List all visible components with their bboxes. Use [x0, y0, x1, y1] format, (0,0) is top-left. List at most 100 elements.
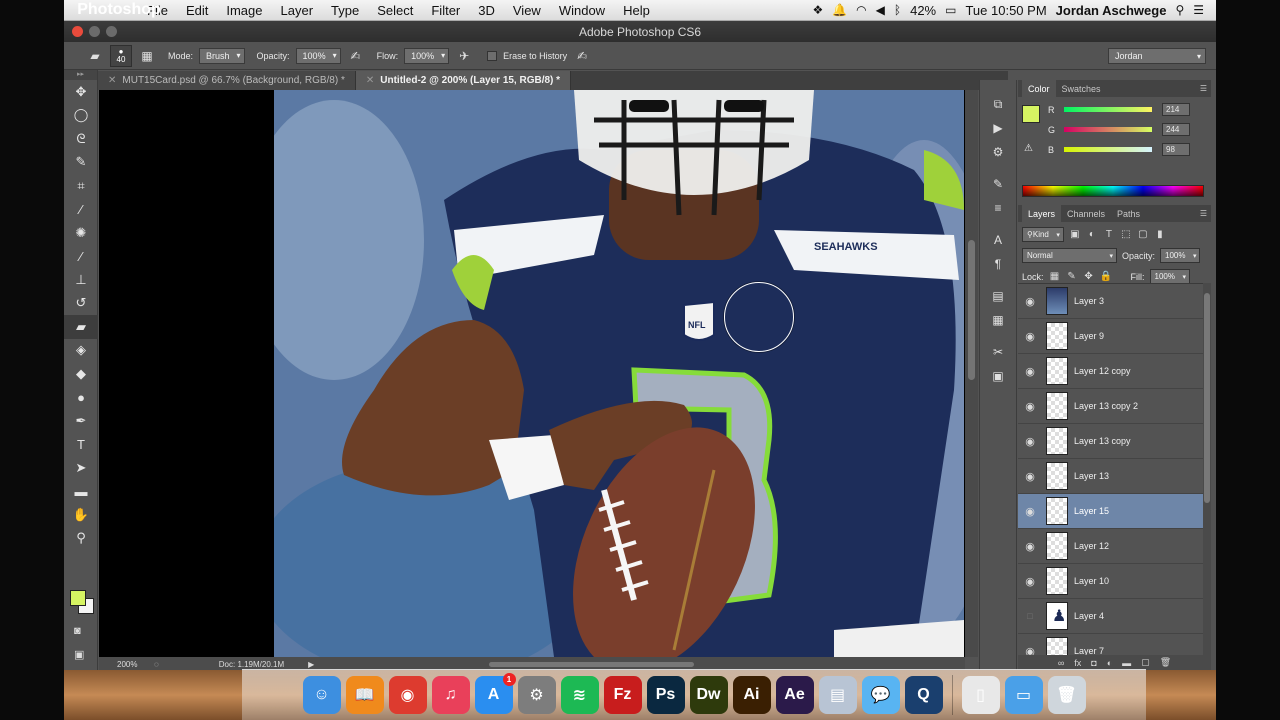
layer-style-icon[interactable]: fx	[1074, 658, 1081, 668]
layer-row[interactable]: ◉ Layer 13 copy 2	[1018, 389, 1203, 424]
close-tab-icon[interactable]: ✕	[366, 75, 374, 86]
mode-select[interactable]: Brush	[199, 47, 245, 64]
color-spectrum-ramp[interactable]	[1022, 185, 1204, 197]
eraser-preset-icon[interactable]: ▰	[86, 47, 104, 65]
dock-after-effects-icon[interactable]: Ae	[775, 676, 814, 714]
blur-tool-icon[interactable]: ◆	[64, 362, 98, 386]
battery-percent[interactable]: 42%	[910, 3, 936, 18]
layer-name[interactable]: Layer 13 copy 2	[1074, 401, 1138, 411]
filter-toggle-icon[interactable]: ▮	[1154, 229, 1166, 240]
layer-row[interactable]: ◉ Layer 15	[1018, 494, 1203, 529]
actions-panel-icon[interactable]: ▶	[980, 116, 1016, 140]
dock-trash-icon[interactable]: 🗑	[1047, 676, 1086, 714]
brush-panel-toggle-icon[interactable]: ▦	[138, 47, 156, 65]
workspace-switcher[interactable]: Jordan	[1108, 48, 1206, 64]
crop-tool-icon[interactable]: ⌗	[64, 174, 98, 198]
document-canvas[interactable]: NFL SEAHAWKS	[99, 90, 965, 657]
menu-select[interactable]: Select	[368, 3, 422, 18]
quick-mask-icon[interactable]: ◙	[74, 625, 81, 637]
dock-messages-icon[interactable]: 💬	[861, 676, 900, 714]
dock-chrome-icon[interactable]: ◉	[388, 676, 427, 714]
status-menu-arrow-icon[interactable]: ▶	[308, 660, 314, 669]
dock-spotify-icon[interactable]: ≋	[560, 676, 599, 714]
paragraph-panel-icon[interactable]: ¶	[980, 252, 1016, 276]
zoom-window-button[interactable]	[106, 26, 117, 37]
menu-filter[interactable]: Filter	[422, 3, 469, 18]
dock-quicktime-icon[interactable]: Q	[904, 676, 943, 714]
erase-to-history-checkbox[interactable]	[487, 50, 498, 61]
minimize-window-button[interactable]	[89, 26, 100, 37]
history-brush-tool-icon[interactable]: ↺	[64, 292, 98, 316]
menu-type[interactable]: Type	[322, 3, 368, 18]
blue-value[interactable]: 98	[1162, 143, 1190, 156]
dock-documents-folder-icon[interactable]: ▯	[961, 676, 1000, 714]
dock-itunes-icon[interactable]: ♫	[431, 676, 470, 714]
layer-row[interactable]: ◉ Layer 12 copy	[1018, 354, 1203, 389]
blue-slider[interactable]	[1064, 147, 1152, 152]
menu-3d[interactable]: 3D	[469, 3, 504, 18]
dock-illustrator-icon[interactable]: Ai	[732, 676, 771, 714]
notification-bell-icon[interactable]: 🔔	[832, 3, 847, 17]
pen-tool-icon[interactable]: ✒	[64, 409, 98, 433]
layers-scrollbar[interactable]	[1203, 283, 1211, 655]
dropbox-icon[interactable]: ❖	[812, 3, 823, 17]
rectangle-tool-icon[interactable]: ▬	[64, 480, 98, 504]
lock-position-icon[interactable]: ✥	[1083, 271, 1095, 282]
eye-icon[interactable]: ◉	[1018, 470, 1042, 483]
eraser-tool-icon[interactable]: ▰	[64, 315, 98, 339]
layer-name[interactable]: Layer 12 copy	[1074, 366, 1131, 376]
dock-ibooks-icon[interactable]: 📖	[345, 676, 384, 714]
layer-name[interactable]: Layer 15	[1074, 506, 1109, 516]
close-tab-icon[interactable]: ✕	[108, 75, 116, 86]
notification-center-icon[interactable]: ☰	[1193, 3, 1204, 17]
pressure-size-icon[interactable]: ✍	[573, 47, 591, 65]
zoom-level[interactable]: 200%	[99, 660, 154, 669]
new-layer-icon[interactable]: ▢	[1141, 657, 1150, 668]
brush-panel-icon[interactable]: ✎	[980, 172, 1016, 196]
red-value[interactable]: 214	[1162, 103, 1190, 116]
menu-user[interactable]: Jordan Aschwege	[1056, 3, 1167, 18]
dock-finder-icon[interactable]: ☺	[302, 676, 341, 714]
layer-row[interactable]: ◉ Layer 3	[1018, 284, 1203, 319]
paint-bucket-tool-icon[interactable]: ◈	[64, 339, 98, 363]
eye-icon[interactable]: ◉	[1018, 330, 1042, 343]
red-slider[interactable]	[1064, 107, 1152, 112]
pressure-opacity-icon[interactable]: ✍	[347, 47, 365, 65]
wifi-icon[interactable]: ◠	[856, 3, 866, 17]
clone-stamp-tool-icon[interactable]: ⊥	[64, 268, 98, 292]
eye-icon[interactable]: ◉	[1018, 295, 1042, 308]
hand-tool-icon[interactable]: ✋	[64, 503, 98, 527]
dock-preview-icon[interactable]: ▤	[818, 676, 857, 714]
tab-mut15card[interactable]: ✕ MUT15Card.psd @ 66.7% (Background, RGB/…	[98, 71, 356, 90]
character-panel-icon[interactable]: A	[980, 228, 1016, 252]
menu-window[interactable]: Window	[550, 3, 614, 18]
tab-channels[interactable]: Channels	[1061, 205, 1111, 222]
eyedropper-tool-icon[interactable]: ⁄	[64, 198, 98, 222]
eye-icon[interactable]: ◉	[1018, 505, 1042, 518]
link-layers-icon[interactable]: ∞	[1058, 658, 1064, 668]
eye-icon[interactable]: ◉	[1018, 540, 1042, 553]
tool-presets-panel-icon[interactable]: ✂	[980, 340, 1016, 364]
color-panel-foreground-swatch[interactable]	[1022, 105, 1040, 123]
flow-field[interactable]: 100%	[404, 47, 450, 64]
menu-edit[interactable]: Edit	[177, 3, 217, 18]
canvas-vertical-scroll-thumb[interactable]	[968, 240, 975, 380]
history-panel-icon[interactable]: ⧉	[980, 92, 1016, 116]
dock-dreamweaver-icon[interactable]: Dw	[689, 676, 728, 714]
layer-name[interactable]: Layer 3	[1074, 296, 1104, 306]
blend-mode-select[interactable]: Normal	[1022, 248, 1117, 263]
tab-swatches[interactable]: Swatches	[1056, 80, 1107, 97]
dock-filezilla-icon[interactable]: Fz	[603, 676, 642, 714]
spotlight-search-icon[interactable]: ⚲	[1175, 3, 1184, 17]
layer-row[interactable]: ◉ Layer 13 copy	[1018, 424, 1203, 459]
layer-name[interactable]: Layer 12	[1074, 541, 1109, 551]
lock-image-pixels-icon[interactable]: ✎	[1066, 271, 1078, 282]
new-group-icon[interactable]: ▬	[1122, 658, 1131, 668]
brush-presets-panel-icon[interactable]: ≡	[980, 196, 1016, 220]
green-value[interactable]: 244	[1162, 123, 1190, 136]
ellipse-marquee-tool-icon[interactable]: ◯	[64, 104, 98, 128]
layer-name[interactable]: Layer 13 copy	[1074, 436, 1131, 446]
bluetooth-icon[interactable]: ᛒ	[894, 3, 901, 17]
dock-system-preferences-icon[interactable]: ⚙	[517, 676, 556, 714]
layer-row[interactable]: ◉ Layer 9	[1018, 319, 1203, 354]
